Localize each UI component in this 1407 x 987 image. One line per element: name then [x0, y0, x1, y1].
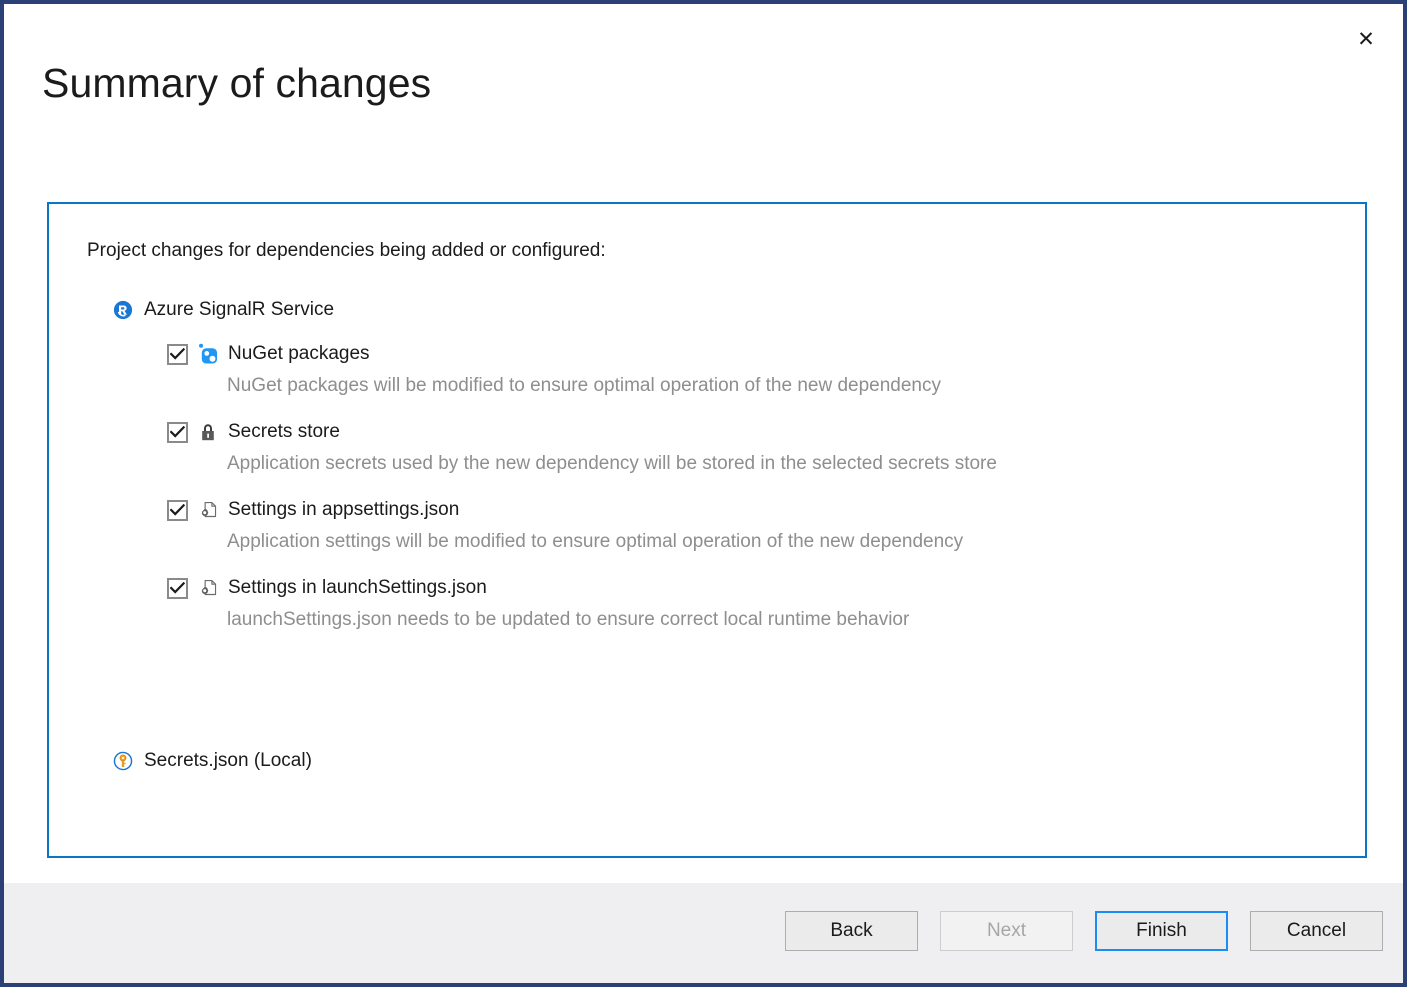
change-description: NuGet packages will be modified to ensur…	[167, 375, 1355, 397]
change-item-secrets-store: Secrets store Application secrets used b…	[167, 420, 1355, 475]
nuget-packages-checkbox[interactable]	[167, 344, 188, 365]
nuget-package-icon	[198, 344, 218, 364]
change-row: Settings in appsettings.json	[167, 498, 1355, 522]
settings-file-icon	[198, 500, 218, 520]
change-row: Secrets store	[167, 420, 1355, 444]
change-title: Settings in appsettings.json	[228, 499, 459, 521]
dependency-label: Azure SignalR Service	[144, 299, 334, 321]
close-icon: ✕	[1357, 29, 1375, 50]
secrets-json-entry[interactable]: Secrets.json (Local)	[113, 747, 312, 775]
secrets-store-checkbox[interactable]	[167, 422, 188, 443]
page-title: Summary of changes	[42, 60, 431, 107]
settings-file-icon	[198, 578, 218, 598]
change-item-launchsettings: Settings in launchSettings.json launchSe…	[167, 576, 1355, 631]
finish-button[interactable]: Finish	[1095, 911, 1228, 951]
dependency-header: Azure SignalR Service	[113, 296, 1355, 324]
button-bar: Back Next Finish Cancel	[785, 911, 1383, 951]
change-item-nuget: NuGet packages NuGet packages will be mo…	[167, 342, 1355, 397]
change-description: Application settings will be modified to…	[167, 531, 1355, 553]
back-button[interactable]: Back	[785, 911, 918, 951]
change-description: launchSettings.json needs to be updated …	[167, 609, 1355, 631]
cancel-button[interactable]: Cancel	[1250, 911, 1383, 951]
launchsettings-checkbox[interactable]	[167, 578, 188, 599]
change-item-appsettings: Settings in appsettings.json Application…	[167, 498, 1355, 553]
change-title: Settings in launchSettings.json	[228, 577, 487, 599]
azure-signalr-icon	[113, 300, 133, 320]
change-title: NuGet packages	[228, 343, 370, 365]
appsettings-checkbox[interactable]	[167, 500, 188, 521]
dialog-footer: Back Next Finish Cancel	[4, 883, 1403, 983]
secrets-json-label: Secrets.json (Local)	[144, 750, 312, 772]
dialog-window: ✕ Summary of changes Project changes for…	[0, 0, 1407, 987]
key-circle-icon	[113, 751, 133, 771]
change-title: Secrets store	[228, 421, 340, 443]
lock-icon	[198, 422, 218, 442]
changes-panel: Project changes for dependencies being a…	[47, 202, 1367, 858]
close-button[interactable]: ✕	[1349, 22, 1383, 56]
change-list: NuGet packages NuGet packages will be mo…	[113, 342, 1355, 631]
change-description: Application secrets used by the new depe…	[167, 453, 1355, 475]
dependency-group: Azure SignalR Service	[113, 296, 1355, 631]
change-row: Settings in launchSettings.json	[167, 576, 1355, 600]
change-row: NuGet packages	[167, 342, 1355, 366]
intro-text: Project changes for dependencies being a…	[87, 240, 606, 262]
next-button: Next	[940, 911, 1073, 951]
